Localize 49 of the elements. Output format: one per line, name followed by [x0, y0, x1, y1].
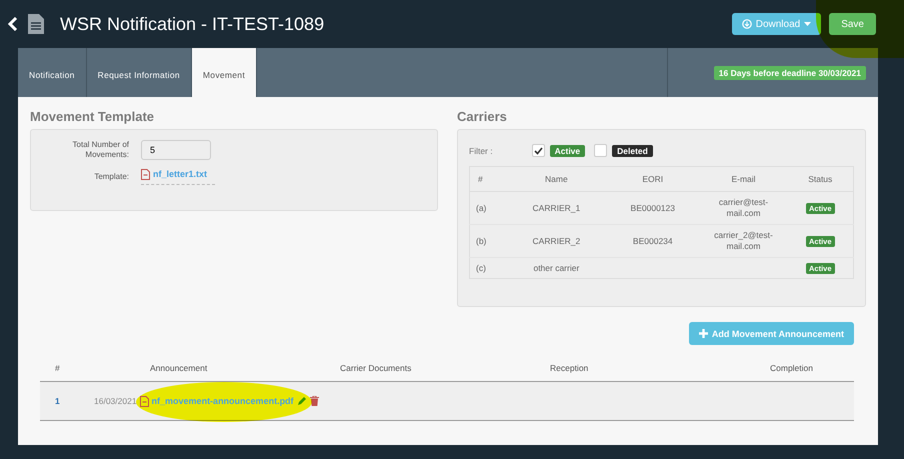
column-header: Carrier Documents — [340, 363, 412, 373]
field-label: Template: — [93, 172, 129, 182]
column-header: E-mail — [700, 166, 788, 192]
column-header: Status — [788, 166, 854, 192]
plus-icon — [698, 329, 708, 338]
deadline-badge: 16 Days before deadline 30/03/2021 — [714, 66, 866, 80]
section-title: Carriers — [457, 109, 508, 124]
checkbox[interactable] — [532, 144, 545, 157]
document-icon — [28, 14, 44, 34]
add-announcement-button[interactable]: Add Movement Announcement — [688, 322, 854, 345]
page-title: WSR Notification - IT-TEST-1089 — [60, 14, 324, 34]
table-cell: BE000234 — [632, 236, 673, 246]
checkbox[interactable] — [594, 144, 608, 157]
input-field[interactable]: 5 — [141, 140, 211, 160]
column-header: # — [470, 166, 507, 192]
column-header: # — [54, 363, 61, 373]
back-icon[interactable] — [8, 17, 18, 31]
download-button[interactable]: Download — [732, 13, 822, 35]
table-cell: (c) — [476, 263, 486, 273]
tab[interactable]: Notification — [18, 48, 87, 97]
trash-icon[interactable] — [310, 396, 319, 406]
column-header: EORI — [606, 166, 700, 192]
file-link[interactable]: nf_letter1.txt — [141, 168, 216, 185]
status-tag: Deleted — [612, 144, 653, 156]
column-header: Name — [506, 166, 606, 192]
caret-icon — [804, 22, 812, 26]
filter-label: Filter : — [469, 146, 493, 156]
file-link[interactable]: nf_movement-announcement.pdf — [152, 396, 294, 406]
date-text: 16/03/2021 — [94, 396, 137, 406]
file-icon — [140, 396, 149, 406]
save-button[interactable]: Save — [829, 13, 876, 35]
column-header: Announcement — [149, 363, 208, 373]
row-number: 1 — [54, 396, 61, 406]
table-cell: carrier@test-mail.com — [718, 196, 768, 218]
table-cell: other carrier — [533, 263, 580, 273]
table-cell: (a) — [476, 203, 486, 213]
tab[interactable]: Movement — [192, 48, 257, 97]
file-icon — [141, 168, 150, 180]
section-title: Movement Template — [30, 109, 156, 124]
table-cell: CARRIER_1 — [532, 203, 580, 213]
table-cell: (b) — [476, 236, 486, 246]
field-label: Total Number of Movements: — [72, 140, 129, 161]
table-cell: carrier_2@test-mail.com — [714, 230, 773, 251]
column-header: Reception — [550, 363, 590, 373]
table-cell: CARRIER_2 — [532, 236, 580, 246]
table-cell: BE0000123 — [630, 203, 675, 213]
status-tag: Active — [550, 144, 586, 156]
download-icon — [742, 19, 752, 29]
column-header: Completion — [770, 363, 813, 373]
